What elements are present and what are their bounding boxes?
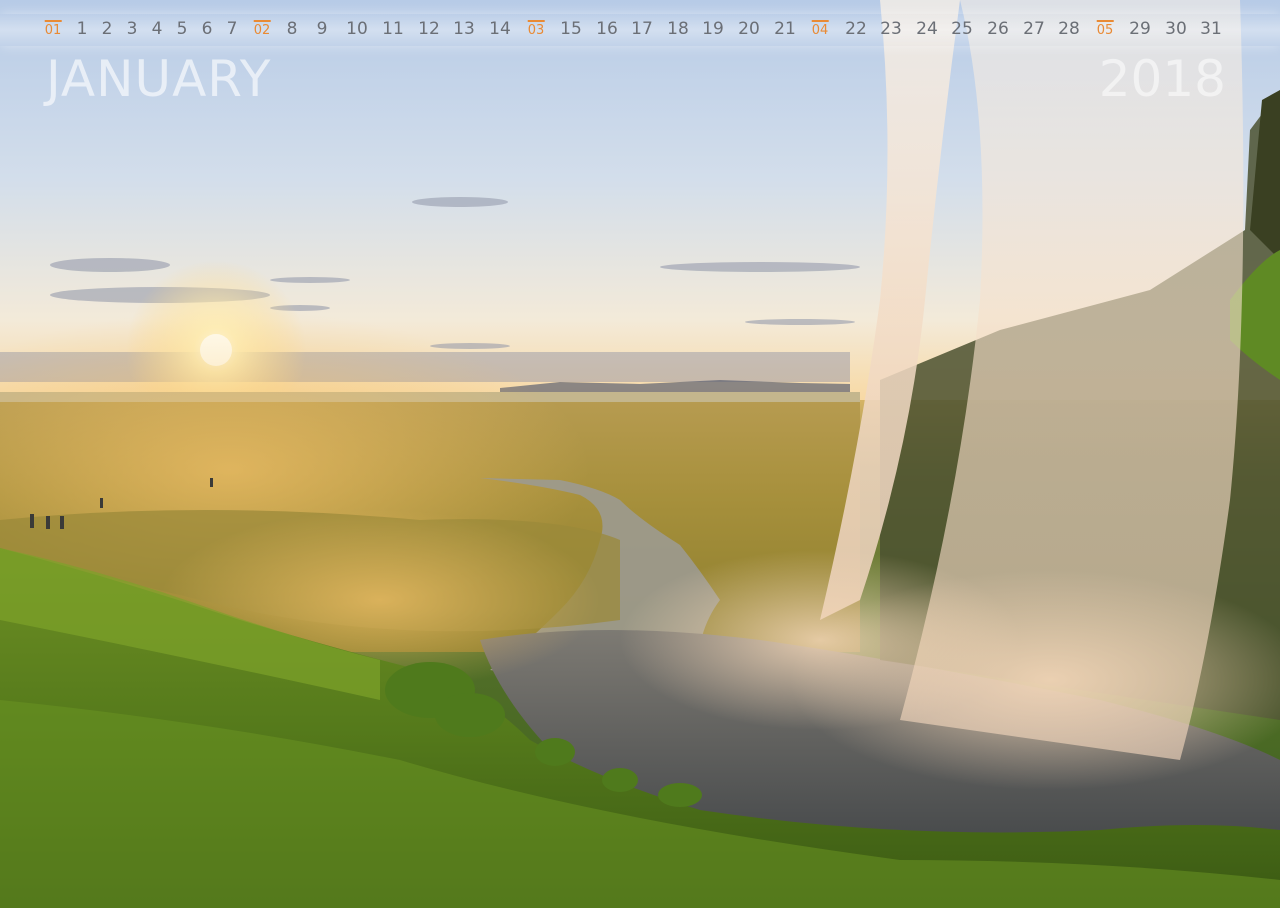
day-number: 14 <box>489 19 511 39</box>
day-number: 21 <box>774 19 796 39</box>
day-number: 24 <box>916 19 938 39</box>
day-number: 28 <box>1058 19 1080 39</box>
day-number: 10 <box>346 19 368 39</box>
day-number: 18 <box>667 19 689 39</box>
day-number: 15 <box>560 19 582 39</box>
day-number: 4 <box>151 19 163 39</box>
week-number: 04 <box>811 20 829 39</box>
day-number: 19 <box>702 19 724 39</box>
calendar-page: 01 1 2 3 4 5 6 7 02 8 9 10 11 12 13 14 0… <box>0 0 1280 908</box>
month-title: JANUARY <box>46 50 272 108</box>
day-number: 26 <box>987 19 1009 39</box>
day-number: 16 <box>596 19 618 39</box>
day-number: 20 <box>738 19 760 39</box>
week-number: 01 <box>44 20 62 39</box>
day-number: 7 <box>226 19 238 39</box>
week-number: 03 <box>527 20 545 39</box>
day-number: 27 <box>1023 19 1045 39</box>
day-number: 3 <box>126 19 138 39</box>
waterfall-sunset-photo <box>0 0 1280 908</box>
day-number: 12 <box>418 19 440 39</box>
date-row: 01 1 2 3 4 5 6 7 02 8 9 10 11 12 13 14 0… <box>0 17 1280 41</box>
day-number: 6 <box>201 19 213 39</box>
day-number: 11 <box>382 19 404 39</box>
day-number: 29 <box>1129 19 1151 39</box>
week-number: 05 <box>1096 20 1114 39</box>
day-number: 1 <box>76 19 88 39</box>
day-number: 25 <box>951 19 973 39</box>
day-number: 31 <box>1200 19 1222 39</box>
day-number: 22 <box>845 19 867 39</box>
day-number: 8 <box>286 19 298 39</box>
day-number: 13 <box>453 19 475 39</box>
day-number: 9 <box>316 19 328 39</box>
day-number: 30 <box>1165 19 1187 39</box>
day-number: 5 <box>176 19 188 39</box>
day-number: 17 <box>631 19 653 39</box>
week-number: 02 <box>253 20 271 39</box>
year-title: 2018 <box>1098 50 1226 108</box>
day-number: 2 <box>101 19 113 39</box>
day-number: 23 <box>880 19 902 39</box>
